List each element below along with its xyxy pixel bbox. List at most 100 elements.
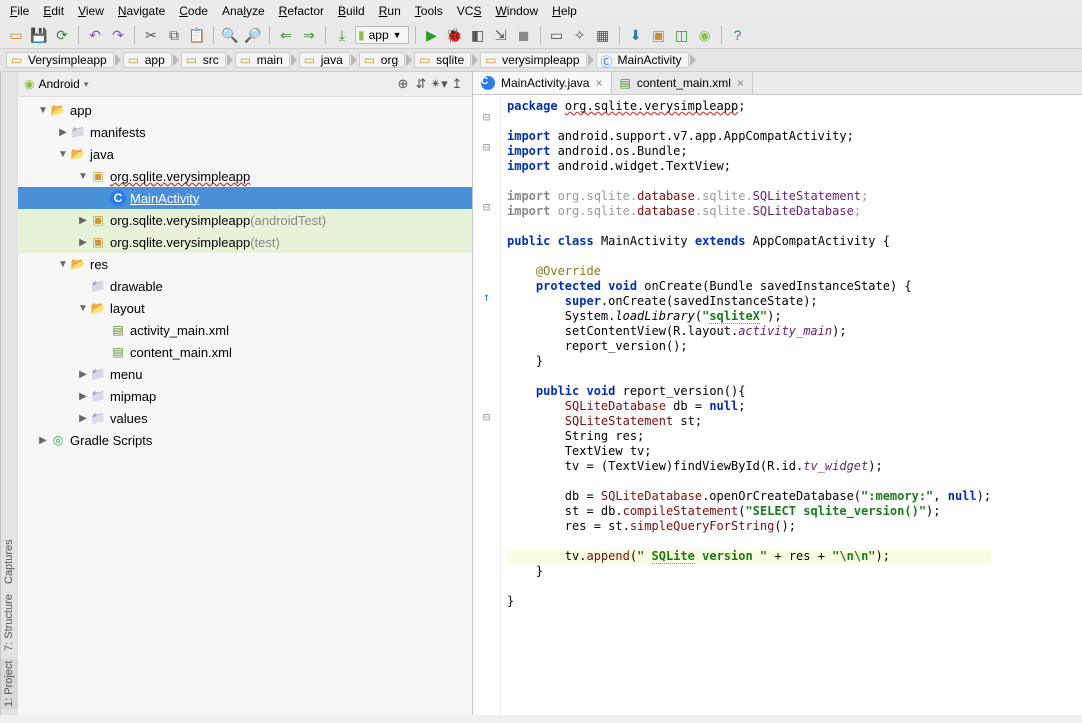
tree-expander-icon[interactable]: ▶ <box>76 391 90 402</box>
pkg-androidtest[interactable]: ▶▣org.sqlite.verysimpleapp (androidTest) <box>18 209 472 231</box>
tree-expander-icon[interactable]: ▶ <box>76 237 90 248</box>
gutter-line[interactable] <box>473 470 500 485</box>
save-icon[interactable]: 💾 <box>29 25 49 45</box>
gutter-line[interactable] <box>473 335 500 350</box>
tree-expander-icon[interactable]: ▼ <box>36 105 50 116</box>
gutter-line[interactable] <box>473 425 500 440</box>
menu-vcs[interactable]: VCS <box>457 4 482 18</box>
gutter-line[interactable] <box>473 380 500 395</box>
menu-folder[interactable]: ▶menu <box>18 363 472 385</box>
mipmap-folder[interactable]: ▶mipmap <box>18 385 472 407</box>
theme-icon[interactable]: ▣ <box>649 25 669 45</box>
values-folder[interactable]: ▶values <box>18 407 472 429</box>
gutter-line[interactable] <box>473 515 500 530</box>
redo-icon[interactable]: ↷ <box>108 25 128 45</box>
tool-captures-tab[interactable]: Captures <box>1 537 18 586</box>
hide-icon[interactable]: ↥ <box>448 76 466 92</box>
tree-expander-icon[interactable]: ▶ <box>36 435 50 446</box>
scroll-to-icon[interactable]: ⊕ <box>394 76 412 92</box>
gutter-line[interactable] <box>473 350 500 365</box>
menu-tools[interactable]: Tools <box>415 4 443 18</box>
attach-icon[interactable]: ⇲ <box>491 25 511 45</box>
gutter-line[interactable] <box>473 155 500 170</box>
make-icon[interactable]: ⤓ <box>332 25 352 45</box>
menu-window[interactable]: Window <box>495 4 538 18</box>
undo-icon[interactable]: ↶ <box>85 25 105 45</box>
code-content[interactable]: package org.sqlite.verysimpleapp; import… <box>501 95 991 715</box>
help-icon[interactable]: ? <box>728 25 748 45</box>
tool-structure-tab[interactable]: 7: Structure <box>1 592 18 653</box>
pkg-main[interactable]: ▼▣org.sqlite.verysimpleapp <box>18 165 472 187</box>
layout-icon[interactable]: ⬇ <box>626 25 646 45</box>
menu-analyze[interactable]: Analyze <box>222 4 265 18</box>
tree-expander-icon[interactable]: ▼ <box>76 303 90 314</box>
menu-help[interactable]: Help <box>552 4 577 18</box>
tree-expander-icon[interactable]: ▼ <box>56 149 70 160</box>
tree-expander-icon[interactable]: ▼ <box>76 171 90 182</box>
gutter-fold-icon[interactable]: ⊟ <box>473 410 500 425</box>
paste-icon[interactable]: 📋 <box>187 25 207 45</box>
file-main-activity[interactable]: CMainActivity <box>18 187 472 209</box>
menu-run[interactable]: Run <box>379 4 401 18</box>
code-editor[interactable]: ⊟⊟⊟↑⊟ package org.sqlite.verysimpleapp; … <box>473 95 1082 715</box>
breadcrumb-java[interactable]: ▭java <box>299 52 350 68</box>
menu-build[interactable]: Build <box>338 4 365 18</box>
stop-icon[interactable]: ◼ <box>514 25 534 45</box>
breadcrumb-sqlite[interactable]: ▭sqlite <box>414 52 471 68</box>
gutter-line[interactable] <box>473 275 500 290</box>
tree-expander-icon[interactable]: ▶ <box>56 127 70 138</box>
gutter-fold-icon[interactable]: ⊟ <box>473 140 500 155</box>
gutter-line[interactable] <box>473 575 500 590</box>
ddms-icon[interactable]: ▦ <box>593 25 613 45</box>
gutter-line[interactable] <box>473 560 500 575</box>
tree-expander-icon[interactable]: ▶ <box>76 413 90 424</box>
android-robot-icon[interactable]: ◉ <box>695 25 715 45</box>
file-activity-main[interactable]: ▤activity_main.xml <box>18 319 472 341</box>
gutter-line[interactable] <box>473 440 500 455</box>
close-tab-icon[interactable]: × <box>595 76 602 90</box>
gutter-line[interactable] <box>473 125 500 140</box>
menu-view[interactable]: View <box>78 4 104 18</box>
sync-icon[interactable]: ⟳ <box>52 25 72 45</box>
profile-icon[interactable]: ◧ <box>468 25 488 45</box>
file-content-main[interactable]: ▤content_main.xml <box>18 341 472 363</box>
gutter-line[interactable] <box>473 395 500 410</box>
debug-icon[interactable]: 🐞 <box>445 25 465 45</box>
gutter-line[interactable] <box>473 260 500 275</box>
gutter-line[interactable] <box>473 365 500 380</box>
gutter-line[interactable] <box>473 545 500 560</box>
open-icon[interactable]: ▭ <box>6 25 26 45</box>
project-view-selector[interactable]: ◉ Android ▾ <box>24 77 88 91</box>
gutter-line[interactable] <box>473 185 500 200</box>
gutter-line[interactable] <box>473 605 500 620</box>
run-icon[interactable]: ▶ <box>422 25 442 45</box>
gutter-line[interactable] <box>473 215 500 230</box>
gradle-scripts[interactable]: ▶◎Gradle Scripts <box>18 429 472 451</box>
res-folder[interactable]: ▼res <box>18 253 472 275</box>
device-icon[interactable]: ◫ <box>672 25 692 45</box>
breadcrumb-verysimpleapp[interactable]: ▭verysimpleapp <box>480 52 586 68</box>
breadcrumb-src[interactable]: ▭src <box>181 52 226 68</box>
close-tab-icon[interactable]: × <box>737 76 744 90</box>
breadcrumb-verysimpleapp[interactable]: ▭Verysimpleapp <box>6 52 114 68</box>
find-icon[interactable]: 🔍 <box>220 25 240 45</box>
manifests-folder[interactable]: ▶manifests <box>18 121 472 143</box>
menu-edit[interactable]: Edit <box>43 4 64 18</box>
pkg-test[interactable]: ▶▣org.sqlite.verysimpleapp (test) <box>18 231 472 253</box>
copy-icon[interactable]: ⧉ <box>164 25 184 45</box>
layout-folder[interactable]: ▼layout <box>18 297 472 319</box>
tree-expander-icon[interactable]: ▼ <box>56 259 70 270</box>
gutter-line[interactable] <box>473 620 500 635</box>
cut-icon[interactable]: ✂ <box>141 25 161 45</box>
gutter-line[interactable] <box>473 320 500 335</box>
collapse-icon[interactable]: ⇵ <box>412 76 430 92</box>
sdk-icon[interactable]: ✧ <box>570 25 590 45</box>
breadcrumb-mainactivity[interactable]: ⒸMainActivity <box>596 52 689 68</box>
gutter-line[interactable] <box>473 170 500 185</box>
gutter-line[interactable] <box>473 485 500 500</box>
gutter-line[interactable] <box>473 500 500 515</box>
back-icon[interactable]: ⇐ <box>276 25 296 45</box>
gutter-fold-icon[interactable]: ⊟ <box>473 110 500 125</box>
gutter-fold-icon[interactable]: ↑ <box>473 290 500 305</box>
run-config-combo[interactable]: ▮ app ▼ <box>355 26 409 44</box>
